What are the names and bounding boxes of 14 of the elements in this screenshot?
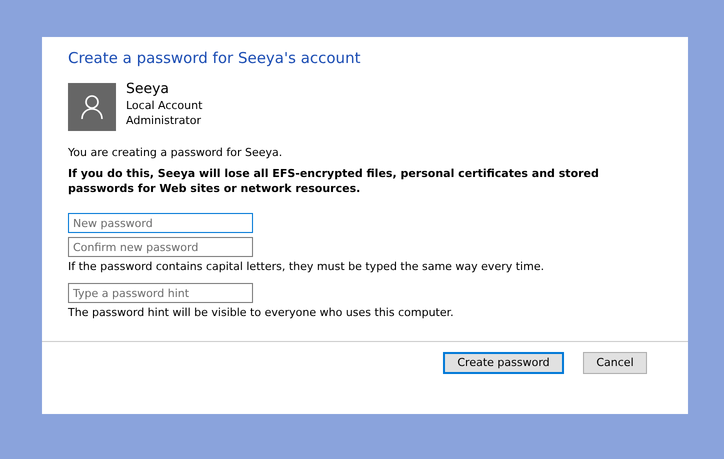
dialog-button[interactable]: Cancel — [583, 352, 647, 374]
account-role: Administrator — [126, 113, 202, 128]
dialog-button[interactable]: Create password — [443, 352, 564, 374]
warning-text: If you do this, Seeya will lose all EFS-encrypted files, personal certificates and stored passwords for Web sites or network resources. — [68, 166, 600, 196]
dialog-title: Create a password for Seeya's account — [68, 49, 362, 67]
user-avatar-icon — [68, 83, 116, 131]
input-field[interactable]: Type a password hint — [68, 283, 253, 303]
hint-text: The password hint will be visible to everyone who uses this computer. — [68, 305, 455, 320]
input-field[interactable]: New password — [68, 213, 253, 233]
account-type: Local Account — [126, 98, 202, 113]
user-name: Seeya — [126, 80, 170, 98]
hint-text: If the password contains capital letters, they must be typed the same way every time. — [68, 259, 546, 274]
intro-text: You are creating a password for Seeya. — [68, 145, 284, 160]
input-field[interactable]: Confirm new password — [68, 237, 253, 257]
